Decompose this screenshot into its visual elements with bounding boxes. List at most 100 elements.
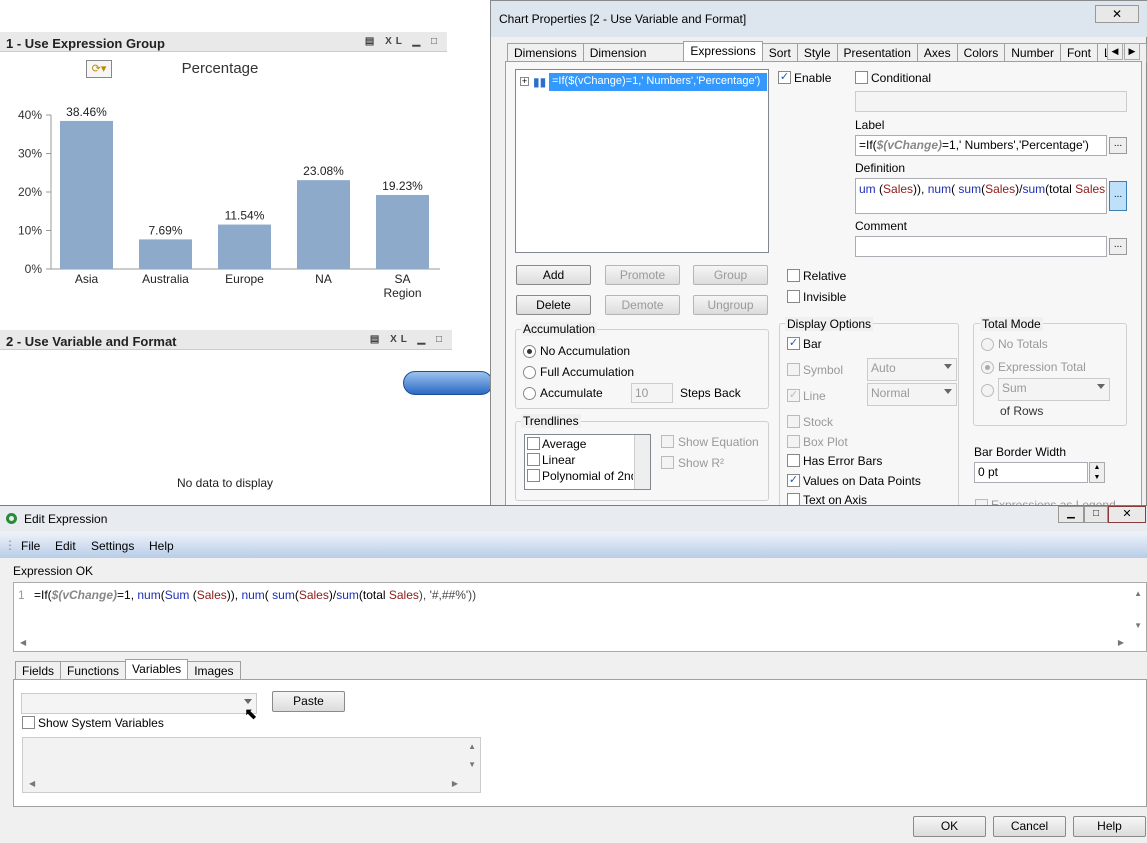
steps-back-input[interactable]: 10 (631, 383, 673, 403)
value-scroll-down-icon[interactable]: ▼ (468, 760, 476, 769)
group-button[interactable]: Group (693, 265, 768, 285)
tab-images[interactable]: Images (187, 661, 241, 680)
relative-checkbox[interactable] (787, 269, 800, 282)
no-accumulation-radio[interactable] (523, 345, 536, 358)
comment-ellipsis-button[interactable]: ... (1109, 238, 1127, 255)
expression-text[interactable]: =If($(vChange)=1, num(Sum (Sales)), num(… (34, 588, 476, 602)
tab-axes[interactable]: Axes (916, 43, 958, 62)
show-system-variables-checkbox[interactable] (22, 716, 35, 729)
conditional-input[interactable] (855, 91, 1127, 112)
print-icon[interactable]: ▤ (370, 334, 383, 345)
demote-button[interactable]: Demote (605, 295, 680, 315)
value-scroll-right-icon[interactable]: ▶ (452, 779, 458, 788)
tab-colors[interactable]: Colors (956, 43, 1006, 62)
window-maximize-button[interactable]: □ (1084, 506, 1108, 523)
paste-button[interactable]: Paste (272, 691, 345, 712)
comment-input[interactable] (855, 236, 1107, 257)
sum-radio[interactable] (981, 384, 994, 397)
panel1-caption[interactable]: 1 - Use Expression Group ▤ XL ▁ □ (0, 32, 447, 52)
panel2-caption-icons[interactable]: ▤ XL ▁ □ (370, 334, 446, 345)
line-select[interactable]: Normal (867, 383, 957, 406)
menu-settings[interactable]: Settings (91, 539, 134, 553)
minimize-icon[interactable]: ▁ (417, 334, 429, 345)
conditional-checkbox[interactable] (855, 71, 868, 84)
tab-number[interactable]: Number (1004, 43, 1061, 62)
variable-value-box[interactable]: ▲ ▼ ◀ ▶ (22, 737, 481, 793)
trend-poly2-checkbox[interactable] (527, 469, 540, 482)
cycle-group-icon[interactable]: ⟳▾ (86, 60, 112, 78)
dialog-close-button[interactable]: ✕ (1095, 5, 1139, 23)
editor-scroll-down-icon[interactable]: ▼ (1134, 621, 1142, 630)
tab-dimension-limits[interactable]: Dimension Limits (582, 43, 685, 74)
trendlines-scrollbar[interactable] (634, 435, 650, 489)
accumulate-radio[interactable] (523, 387, 536, 400)
tab-style[interactable]: Style (796, 43, 838, 62)
tab-scroll-left-icon[interactable]: ◀ (1107, 43, 1123, 60)
enable-checkbox[interactable]: ✓ (778, 71, 791, 84)
show-r2-checkbox[interactable] (661, 456, 674, 469)
minimize-icon[interactable]: ▁ (412, 36, 424, 47)
ok-button[interactable]: OK (913, 816, 986, 837)
expand-icon[interactable]: + (520, 77, 529, 86)
ungroup-button[interactable]: Ungroup (693, 295, 768, 315)
tab-fields[interactable]: Fields (15, 661, 62, 680)
no-totals-radio[interactable] (981, 338, 994, 351)
window-minimize-button[interactable]: ▁ (1058, 506, 1084, 523)
menu-file[interactable]: File (21, 539, 40, 553)
sum-select[interactable]: Sum (998, 378, 1110, 401)
tab-expressions[interactable]: Expressions (683, 41, 763, 62)
trend-linear-checkbox[interactable] (527, 453, 540, 466)
symbol-checkbox[interactable] (787, 363, 800, 376)
editor-scroll-right-icon[interactable]: ▶ (1118, 638, 1124, 647)
value-scroll-left-icon[interactable]: ◀ (29, 779, 35, 788)
maximize-icon[interactable]: □ (431, 36, 441, 47)
tab-variables[interactable]: Variables (125, 659, 189, 680)
invisible-checkbox[interactable] (787, 290, 800, 303)
print-icon[interactable]: ▤ (365, 36, 378, 47)
menu-help[interactable]: Help (149, 539, 174, 553)
xl-icon[interactable]: XL (390, 334, 411, 345)
editor-scroll-left-icon[interactable]: ◀ (20, 638, 26, 647)
delete-button[interactable]: Delete (516, 295, 591, 315)
panel1-caption-icons[interactable]: ▤ XL ▁ □ (365, 36, 441, 47)
stock-checkbox[interactable] (787, 415, 800, 428)
show-equation-checkbox[interactable] (661, 435, 674, 448)
expression-tree-item[interactable]: =If($(vChange)=1,' Numbers','Percentage'… (549, 73, 767, 91)
tab-scroll-right-icon[interactable]: ▶ (1124, 43, 1140, 60)
trend-average-checkbox[interactable] (527, 437, 540, 450)
label-input[interactable]: =If($(vChange)=1,' Numbers','Percentage'… (855, 135, 1107, 156)
tab-dimensions[interactable]: Dimensions (507, 43, 584, 62)
edit-expression-titlebar[interactable] (0, 506, 1147, 531)
drag-handle-capsule[interactable] (403, 371, 493, 395)
bar-border-width-spinner[interactable]: ▲ ▼ (1089, 462, 1105, 483)
definition-ellipsis-button[interactable]: ... (1109, 181, 1127, 211)
expression-editor[interactable]: 1 =If($(vChange)=1, num(Sum (Sales)), nu… (13, 582, 1147, 652)
tab-font[interactable]: Font (1059, 43, 1098, 62)
expression-total-radio[interactable] (981, 361, 994, 374)
editor-scroll-up-icon[interactable]: ▲ (1134, 589, 1142, 598)
values-on-data-points-checkbox[interactable]: ✓ (787, 474, 800, 487)
symbol-select[interactable]: Auto (867, 358, 957, 381)
xl-icon[interactable]: XL (385, 36, 406, 47)
has-error-bars-checkbox[interactable] (787, 454, 800, 467)
expression-tree[interactable] (515, 69, 769, 253)
variables-select[interactable] (21, 693, 257, 714)
tab-sort[interactable]: Sort (761, 43, 798, 62)
line-checkbox[interactable]: ✓ (787, 389, 800, 402)
tab-presentation[interactable]: Presentation (836, 43, 918, 62)
help-button[interactable]: Help (1073, 816, 1146, 837)
window-close-button[interactable]: ✕ (1108, 506, 1146, 523)
full-accumulation-radio[interactable] (523, 366, 536, 379)
box-plot-checkbox[interactable] (787, 435, 800, 448)
panel2-caption[interactable]: 2 - Use Variable and Format ▤ XL ▁ □ (0, 330, 452, 350)
cancel-button[interactable]: Cancel (993, 816, 1066, 837)
add-button[interactable]: Add (516, 265, 591, 285)
bar-border-width-input[interactable]: 0 pt (974, 462, 1088, 483)
promote-button[interactable]: Promote (605, 265, 680, 285)
tab-functions[interactable]: Functions (60, 661, 127, 680)
bar-checkbox[interactable]: ✓ (787, 337, 800, 350)
definition-input[interactable]: um (Sales)), num( sum(Sales)/sum(total S… (855, 178, 1107, 214)
label-ellipsis-button[interactable]: ... (1109, 137, 1127, 154)
menu-edit[interactable]: Edit (55, 539, 76, 553)
value-scroll-up-icon[interactable]: ▲ (468, 742, 476, 751)
